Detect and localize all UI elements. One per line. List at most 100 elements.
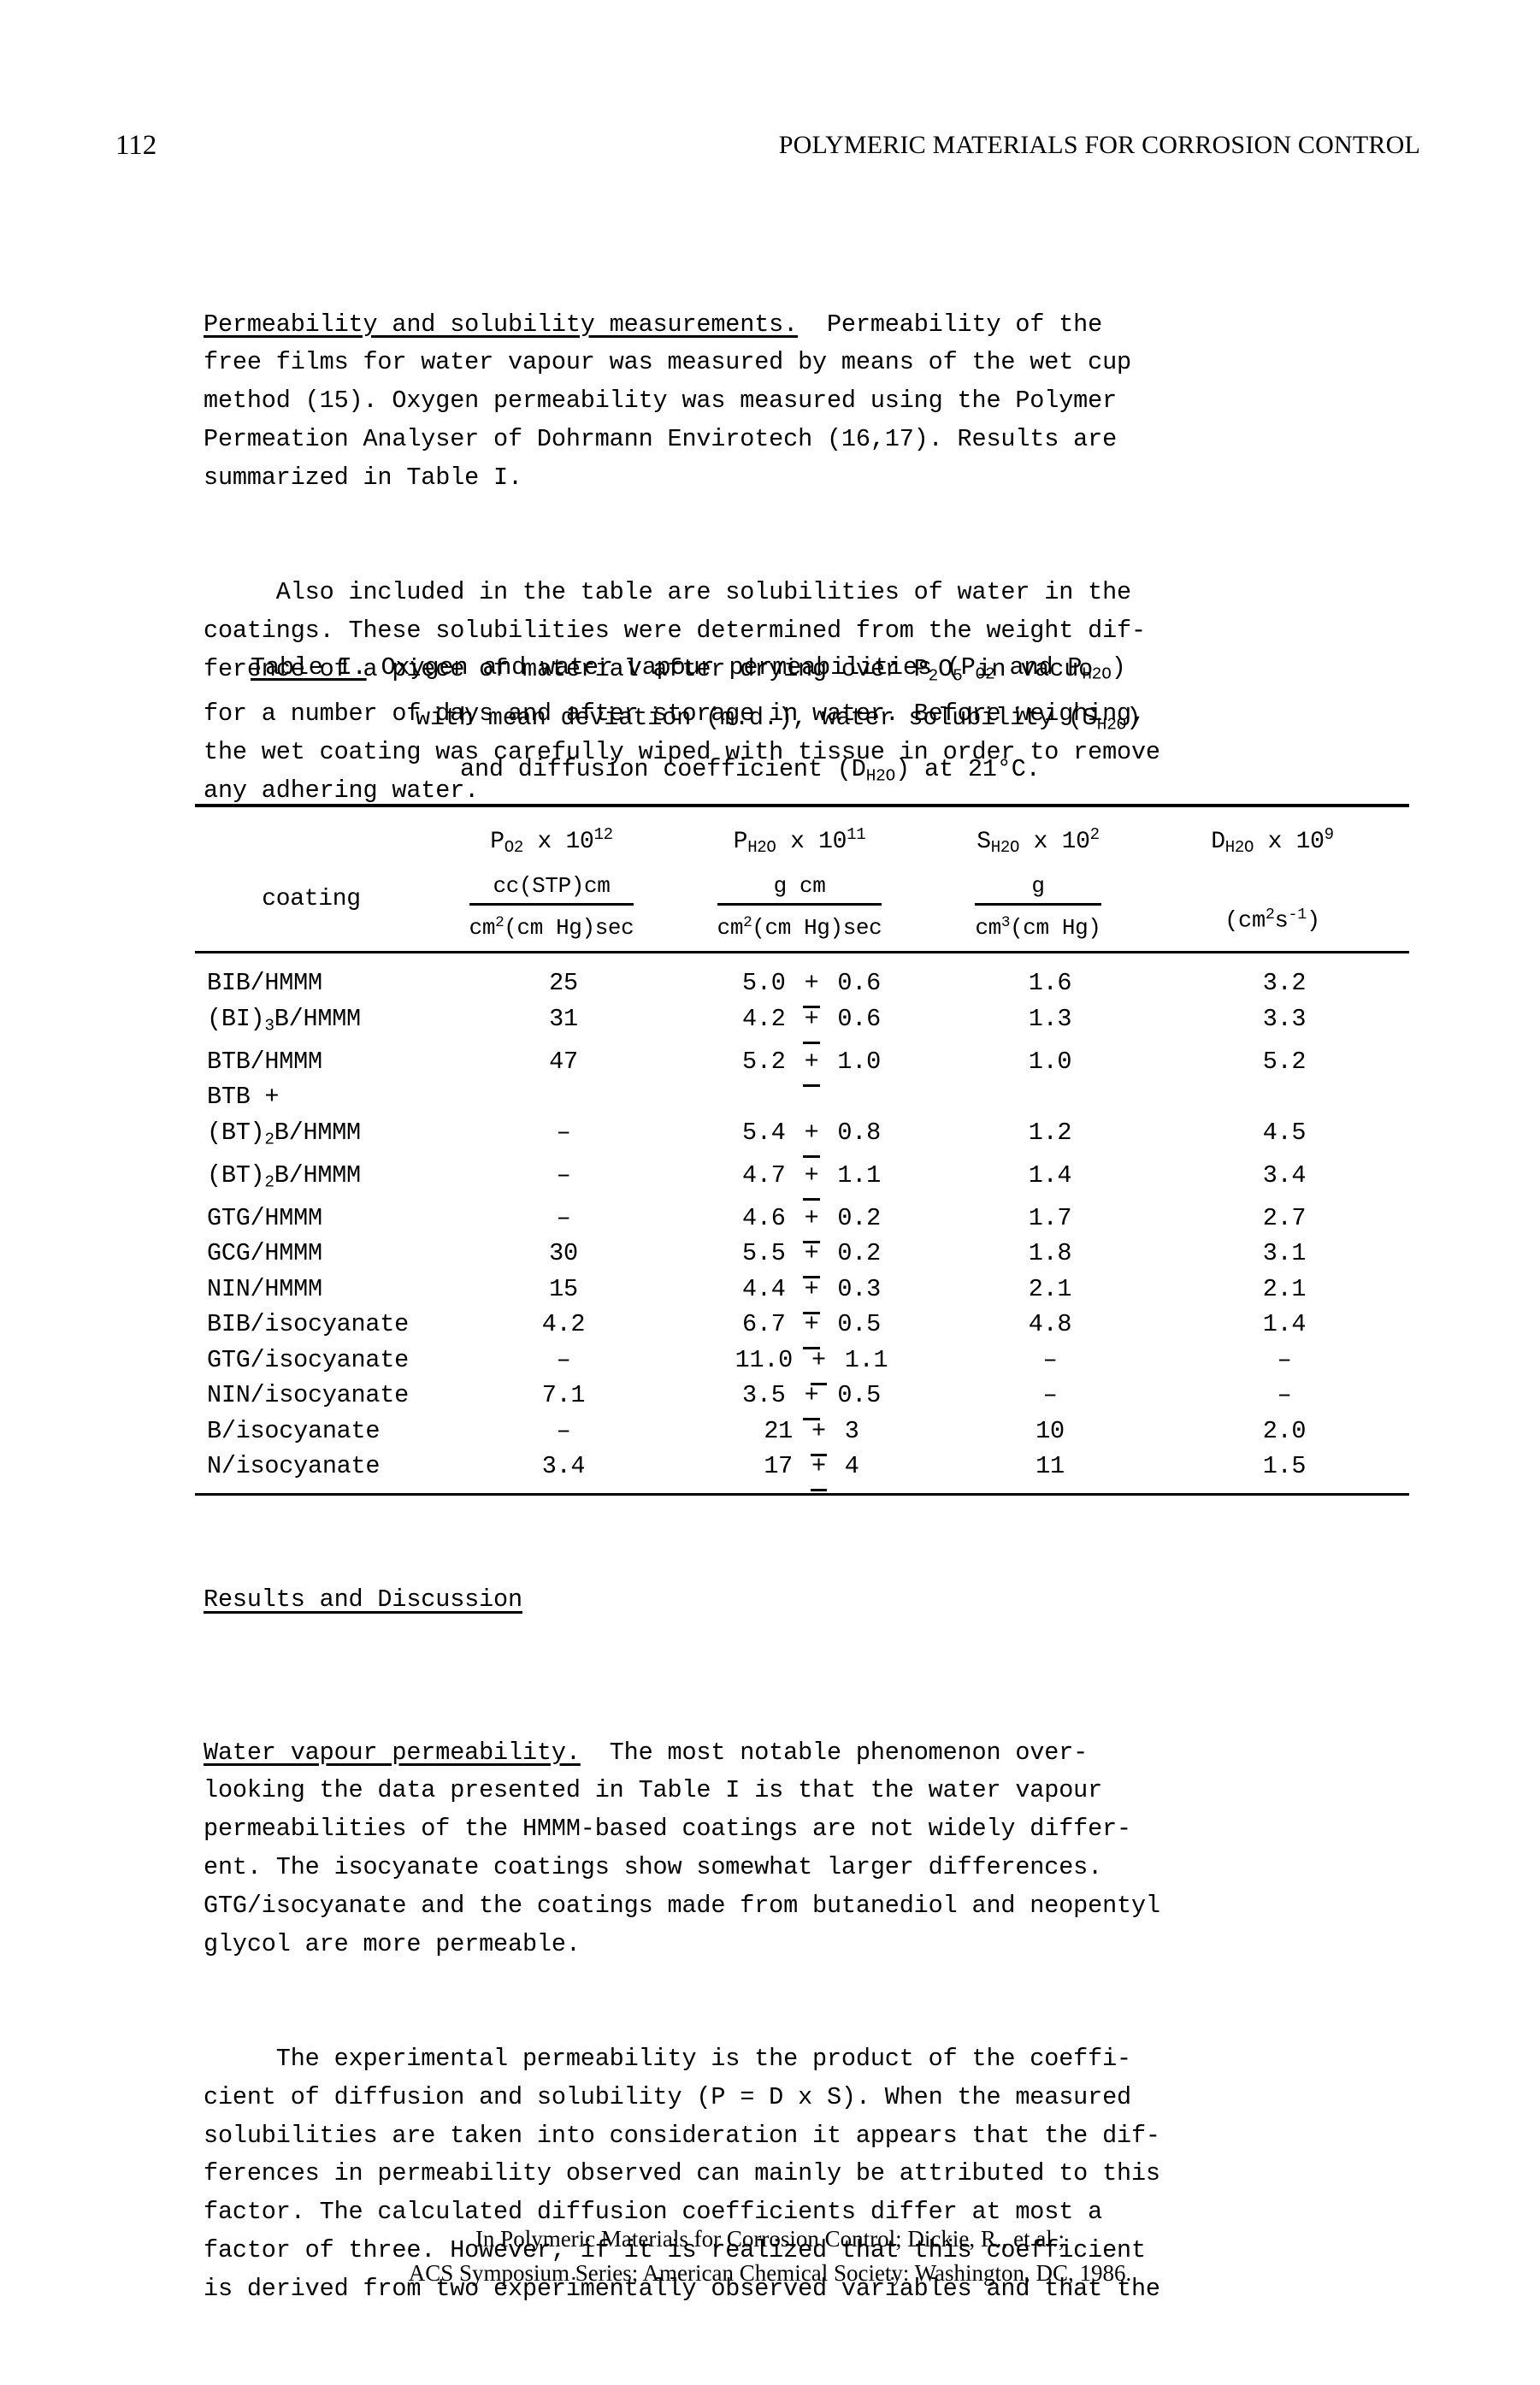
table-row: BIB/isocyanate 4.2 6.7 + 0.5 4.8 1.4 bbox=[195, 1307, 1409, 1349]
coating-name-part: B/HMMM bbox=[274, 1160, 361, 1190]
plus-minus-sign: + bbox=[807, 1343, 830, 1385]
ph2o-deviation: 0.6 bbox=[823, 969, 881, 998]
body-line: glycol are more permeable. bbox=[204, 1929, 581, 1958]
caption-fragment: ) at 21°C. bbox=[895, 754, 1041, 783]
plus-minus-sign: + bbox=[800, 1201, 823, 1243]
ph2o-deviation: 1.1 bbox=[829, 1345, 888, 1374]
exponent: 11 bbox=[847, 825, 866, 844]
header-symbol-sh2o: SH2O x 102 bbox=[923, 818, 1153, 865]
book-title: POLYMERIC MATERIALS FOR CORROSION CONTRO… bbox=[778, 131, 1420, 159]
plus-minus-sign: + bbox=[800, 1158, 823, 1201]
unit-part: (cm bbox=[1224, 908, 1266, 935]
cell-po2: 30 bbox=[549, 1239, 578, 1268]
caption-line-2: with mean deviation (m.d.), water solubi… bbox=[204, 696, 1401, 747]
cell-po2: 3.4 bbox=[541, 1452, 586, 1481]
unit-fraction-po2: cc(STP)cm cm2(cm Hg)sec bbox=[469, 870, 634, 944]
cell-dh2o: – bbox=[1277, 1345, 1292, 1374]
table-row: (BT)2B/HMMM – 5.4 + 0.8 1.2 4.5 bbox=[195, 1115, 1409, 1158]
unit-den-exponent: 2 bbox=[495, 914, 504, 932]
cell-po2: – bbox=[556, 1416, 571, 1445]
coating-name-part: BTB + bbox=[207, 1083, 280, 1112]
cell-po2: 15 bbox=[549, 1274, 578, 1303]
coating-name-part: NIN/isocyanate bbox=[207, 1381, 409, 1410]
cell-dh2o: 3.2 bbox=[1262, 969, 1307, 998]
body-line: Permeability of the bbox=[798, 310, 1103, 339]
column-header-sh2o: SH2O x 102 g cm3(cm Hg) bbox=[923, 818, 1153, 946]
ph2o-value: 17 bbox=[764, 1452, 807, 1481]
caption-fragment: and diffusion coefficient (D bbox=[460, 754, 866, 783]
column-header-po2: PO2 x 1012 cc(STP)cm cm2(cm Hg)sec bbox=[428, 818, 676, 946]
factor-text: x 10 bbox=[1019, 828, 1090, 855]
unit-den-exponent: 3 bbox=[1000, 914, 1011, 932]
ph2o-value: 4.2 bbox=[742, 1004, 800, 1033]
table-row: (BI)3B/HMMM 31 4.2 + 0.6 1.3 3.3 bbox=[195, 1001, 1409, 1044]
body-line: GTG/isocyanate and the coatings made fro… bbox=[204, 1891, 1160, 1920]
cell-coating: BTB/HMMM bbox=[195, 1044, 440, 1080]
table-body: BIB/HMMM 25 5.0 + 0.6 1.6 3.2 (BI)3B/HMMM 31 4.… bbox=[195, 953, 1409, 1492]
cell-ph2o: 4.7 + 1.1 bbox=[687, 1158, 935, 1201]
cell-dh2o: 3.4 bbox=[1262, 1160, 1307, 1190]
table-row: GTG/HMMM – 4.6 + 0.2 1.7 2.7 bbox=[195, 1201, 1409, 1243]
coating-name-part: B/HMMM bbox=[274, 1004, 361, 1033]
table-header-row: coating PO2 x 1012 cc(STP)cm cm2(cm Hg)s… bbox=[195, 807, 1409, 951]
cell-ph2o: 3.5 + 0.5 bbox=[687, 1378, 935, 1420]
cell-sh2o: 10 bbox=[1036, 1416, 1065, 1445]
ph2o-deviation: 4 bbox=[829, 1452, 859, 1481]
ph2o-deviation: 3 bbox=[829, 1416, 859, 1445]
footer-line-2: ACS Symposium Series; American Chemical … bbox=[408, 2260, 1132, 2286]
factor-text: x 10 bbox=[1254, 828, 1325, 855]
coating-subscript: 2 bbox=[264, 1130, 274, 1149]
cell-dh2o: 1.4 bbox=[1262, 1310, 1307, 1339]
coating-name-part: BIB/isocyanate bbox=[207, 1310, 409, 1339]
document-page: 11 2 POLYMERIC MATERIALS FOR CORROSION CO… bbox=[0, 0, 1540, 2309]
table-bottom-rule bbox=[195, 1492, 1409, 1496]
body-line: The most notable phenomenon over- bbox=[580, 1738, 1089, 1767]
symbol-s: S bbox=[977, 828, 991, 855]
cell-po2: 4.2 bbox=[541, 1310, 586, 1339]
ph2o-value: 5.4 bbox=[742, 1118, 800, 1147]
data-table: coating PO2 x 1012 cc(STP)cm cm2(cm Hg)s… bbox=[195, 804, 1409, 1496]
body-line: Also included in the table are solubilit… bbox=[204, 578, 1131, 607]
subscript-h2o: H2O bbox=[865, 766, 896, 786]
cell-ph2o: 6.7 + 0.5 bbox=[687, 1307, 935, 1349]
cell-po2: – bbox=[556, 1203, 571, 1232]
cell-coating: NIN/HMMM bbox=[195, 1272, 440, 1308]
coating-subscript: 2 bbox=[264, 1172, 274, 1192]
unit-den-part: (cm Hg) bbox=[1010, 915, 1101, 942]
cell-dh2o: 4.5 bbox=[1262, 1118, 1307, 1147]
ph2o-deviation: 1.0 bbox=[823, 1047, 881, 1076]
cell-coating: BIB/HMMM bbox=[195, 965, 440, 1001]
cell-ph2o: 17 + 4 bbox=[687, 1449, 935, 1491]
ph2o-value: 6.7 bbox=[742, 1310, 800, 1339]
exponent: 9 bbox=[1324, 825, 1334, 844]
cell-po2: – bbox=[556, 1345, 571, 1374]
unit-den-part: cm bbox=[975, 915, 1001, 942]
cell-po2: 47 bbox=[549, 1047, 578, 1076]
table-row: GCG/HMMM 30 5.5 + 0.2 1.8 3.1 bbox=[195, 1236, 1409, 1278]
unit-exponent: -1 bbox=[1288, 906, 1307, 924]
caption-fragment: and P bbox=[994, 653, 1083, 682]
coating-subscript: 3 bbox=[264, 1016, 274, 1036]
table-row: NIN/HMMM 15 4.4 + 0.3 2.1 2.1 bbox=[195, 1272, 1409, 1314]
subscript-h2o: H2O bbox=[990, 838, 1020, 858]
table-row: BTB + bbox=[195, 1079, 1409, 1115]
ph2o-value: 3.5 bbox=[742, 1381, 800, 1410]
unit-den-part: cm bbox=[469, 915, 496, 942]
body-line: summarized in Table I. bbox=[204, 463, 522, 492]
cell-ph2o: 5.2 + 1.0 bbox=[687, 1044, 935, 1087]
cell-sh2o: 1.6 bbox=[1028, 969, 1072, 998]
ph2o-deviation: 0.2 bbox=[823, 1203, 881, 1232]
caption-fragment: ) bbox=[1126, 704, 1142, 733]
cell-po2: 25 bbox=[549, 969, 578, 998]
symbol-p: P bbox=[733, 828, 748, 855]
exponent: 12 bbox=[593, 825, 614, 844]
body-line: cient of diffusion and solubility (P = D… bbox=[204, 2082, 1131, 2111]
unit-denominator: cm3(cm Hg) bbox=[975, 906, 1100, 944]
section-heading-results: Results and Discussion bbox=[204, 1585, 522, 1614]
cell-coating: GCG/HMMM bbox=[195, 1236, 440, 1272]
unit-numerator: cc(STP)cm bbox=[469, 870, 634, 906]
body-line: solubilities are taken into consideratio… bbox=[204, 2121, 1160, 2150]
coating-name-part: B/isocyanate bbox=[207, 1416, 381, 1445]
cell-dh2o: 3.1 bbox=[1262, 1239, 1307, 1268]
ph2o-value: 5.0 bbox=[742, 969, 800, 998]
